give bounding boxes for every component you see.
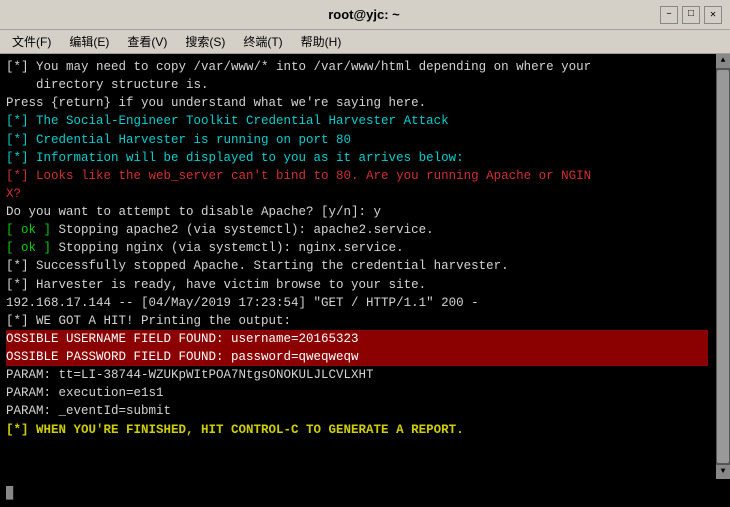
terminal-line: [*] You may need to copy /var/www/* into… (6, 58, 708, 76)
terminal-line: [ ok ] Stopping nginx (via systemctl): n… (6, 239, 708, 257)
scroll-up-button[interactable]: ▲ (716, 54, 730, 68)
terminal-line: Press {return} if you understand what we… (6, 94, 708, 112)
terminal-output: [*] You may need to copy /var/www/* into… (6, 58, 724, 439)
menu-edit[interactable]: 编辑(E) (61, 31, 117, 52)
window-controls: – □ ✕ (660, 6, 722, 24)
terminal-line: [*] Credential Harvester is running on p… (6, 131, 708, 149)
terminal-line: 192.168.17.144 -- [04/May/2019 17:23:54]… (6, 294, 708, 312)
bottom-bar: █ (0, 479, 730, 507)
terminal-line: X? (6, 185, 708, 203)
terminal-line: [*] WHEN YOU'RE FINISHED, HIT CONTROL-C … (6, 421, 708, 439)
maximize-button[interactable]: □ (682, 6, 700, 24)
terminal-line: PARAM: tt=LI-38744-WZUKpWItPOA7NtgsONOKU… (6, 366, 708, 384)
terminal-line: [*] Information will be displayed to you… (6, 149, 708, 167)
terminal-line: Do you want to attempt to disable Apache… (6, 203, 708, 221)
menu-terminal[interactable]: 终端(T) (235, 31, 290, 52)
scrollbar[interactable]: ▲ ▼ (716, 54, 730, 479)
terminal-area[interactable]: [*] You may need to copy /var/www/* into… (0, 54, 730, 479)
terminal-line: PARAM: execution=e1s1 (6, 384, 708, 402)
terminal-line: [*] The Social-Engineer Toolkit Credenti… (6, 112, 708, 130)
terminal-line: [*] Successfully stopped Apache. Startin… (6, 257, 708, 275)
terminal-line: [ ok ] Stopping apache2 (via systemctl):… (6, 221, 708, 239)
terminal-line: directory structure is. (6, 76, 708, 94)
close-button[interactable]: ✕ (704, 6, 722, 24)
scroll-thumb[interactable] (717, 70, 729, 463)
minimize-button[interactable]: – (660, 6, 678, 24)
terminal-line: [*] Harvester is ready, have victim brow… (6, 276, 708, 294)
cursor: █ (6, 486, 13, 500)
menubar: 文件(F) 编辑(E) 查看(V) 搜索(S) 终端(T) 帮助(H) (0, 30, 730, 54)
menu-file[interactable]: 文件(F) (4, 31, 59, 52)
terminal-line: OSSIBLE USERNAME FIELD FOUND: username=2… (6, 330, 708, 348)
terminal-line: OSSIBLE PASSWORD FIELD FOUND: password=q… (6, 348, 708, 366)
scroll-down-button[interactable]: ▼ (716, 465, 730, 479)
terminal-line: PARAM: _eventId=submit (6, 402, 708, 420)
terminal-line: [*] Looks like the web_server can't bind… (6, 167, 708, 185)
window-title: root@yjc: ~ (68, 7, 660, 22)
terminal-line: [*] WE GOT A HIT! Printing the output: (6, 312, 708, 330)
menu-search[interactable]: 搜索(S) (177, 31, 233, 52)
titlebar: root@yjc: ~ – □ ✕ (0, 0, 730, 30)
menu-view[interactable]: 查看(V) (119, 31, 175, 52)
menu-help[interactable]: 帮助(H) (293, 31, 350, 52)
